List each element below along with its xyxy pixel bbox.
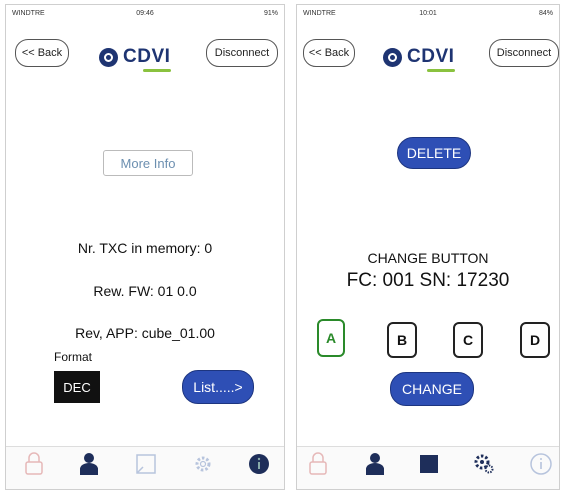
header-bar: << Back CDVI Disconnect	[6, 39, 284, 81]
person-icon	[366, 453, 384, 475]
battery-level: 84%	[538, 10, 553, 17]
bottom-tab-bar	[6, 446, 284, 489]
tab-remote[interactable]	[414, 452, 444, 486]
delete-button[interactable]: DELETE	[397, 137, 471, 169]
cdvi-logo-icon	[99, 47, 118, 67]
tab-lock[interactable]	[19, 452, 49, 486]
format-toggle-button[interactable]: DEC	[54, 371, 100, 403]
app-version-text: Rev, APP: cube_01.00	[75, 325, 215, 341]
tab-remote[interactable]	[131, 452, 161, 486]
brand-name: CDVI	[407, 46, 455, 67]
cdvi-logo-icon	[383, 47, 402, 67]
info-icon	[530, 453, 552, 475]
list-button[interactable]: List.....>	[182, 370, 254, 404]
tab-info[interactable]	[244, 452, 274, 486]
status-bar: WINDTRE 10:01 84%	[297, 5, 559, 21]
clock: 09:46	[136, 10, 154, 17]
brand-name: CDVI	[123, 46, 171, 67]
lock-icon	[25, 452, 43, 475]
gear-icon	[474, 454, 494, 474]
button-c[interactable]: C	[453, 322, 483, 358]
tab-info[interactable]	[526, 452, 556, 486]
change-button[interactable]: CHANGE	[390, 372, 474, 406]
gear-icon	[195, 456, 211, 472]
logo-swoosh	[143, 69, 171, 72]
square-icon	[420, 455, 438, 473]
tab-user[interactable]	[74, 452, 104, 486]
info-icon	[249, 454, 269, 474]
tab-lock[interactable]	[303, 452, 333, 486]
format-label: Format	[54, 350, 93, 364]
status-bar: WINDTRE 09:46 91%	[6, 5, 284, 21]
button-b[interactable]: B	[387, 322, 417, 358]
logo-swoosh	[427, 69, 455, 72]
back-button[interactable]: << Back	[15, 39, 69, 67]
tab-settings[interactable]	[469, 452, 499, 486]
lock-icon	[309, 452, 327, 475]
back-button[interactable]: << Back	[303, 39, 355, 67]
txc-count-text: Nr. TXC in memory: 0	[77, 240, 213, 256]
tab-settings[interactable]	[188, 452, 218, 486]
change-button-title: CHANGE BUTTON	[367, 250, 489, 266]
fc-sn-readout: FC: 001 SN: 17230	[346, 270, 510, 291]
cdvi-logo: CDVI	[99, 46, 171, 72]
header-bar: << Back CDVI Disconnect	[297, 39, 559, 81]
firmware-version-text: Rew. FW: 01 0.0	[93, 283, 197, 299]
square-icon	[136, 454, 156, 474]
phone-screen-info: WINDTRE 09:46 91% << Back CDVI Disconnec…	[5, 4, 285, 490]
disconnect-button[interactable]: Disconnect	[489, 39, 559, 67]
battery-level: 91%	[263, 10, 278, 17]
button-a[interactable]: A	[317, 319, 345, 357]
bottom-tab-bar	[297, 446, 559, 489]
cdvi-logo: CDVI	[383, 46, 455, 72]
phone-screen-change-button: WINDTRE 10:01 84% << Back CDVI Disconnec…	[296, 4, 560, 490]
tab-user[interactable]	[360, 452, 390, 486]
button-d[interactable]: D	[520, 322, 550, 358]
disconnect-button[interactable]: Disconnect	[206, 39, 278, 67]
more-info-button[interactable]: More Info	[103, 150, 193, 176]
clock: 10:01	[419, 10, 437, 17]
person-icon	[80, 453, 98, 475]
